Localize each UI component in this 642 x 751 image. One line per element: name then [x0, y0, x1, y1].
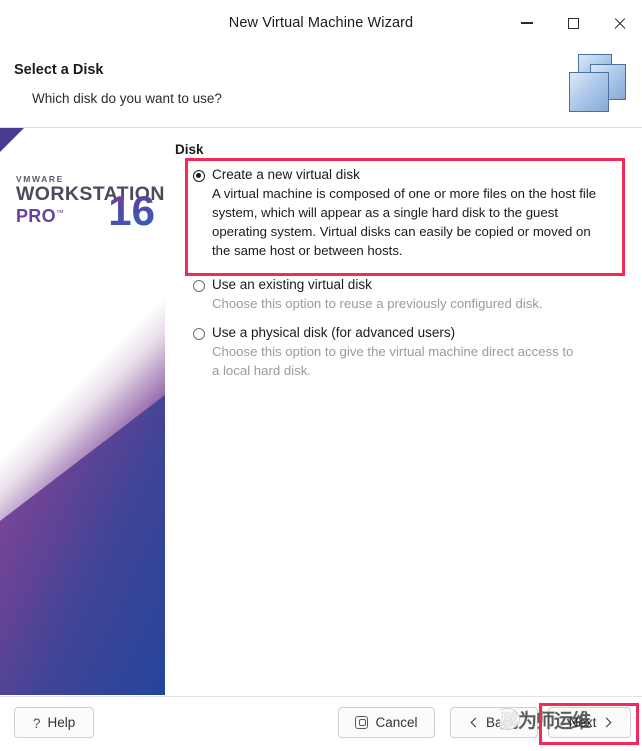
brand-sidebar: VMWARE WORKSTATION PRO™ 16 [0, 128, 165, 695]
minimize-button[interactable] [504, 0, 550, 46]
radio-use-existing-virtual-disk[interactable] [193, 279, 205, 292]
brand-version: 16 [108, 186, 155, 234]
option-description: Choose this option to give the virtual m… [212, 343, 574, 378]
next-button[interactable]: Next [548, 707, 631, 738]
chevron-right-icon [601, 717, 612, 728]
help-button-label: Help [47, 715, 76, 730]
trademark-symbol: ™ [55, 208, 64, 218]
question-mark-icon: ? [32, 714, 41, 731]
close-button[interactable] [596, 0, 642, 46]
new-virtual-machine-wizard-window: New Virtual Machine Wizard Select a Disk… [0, 0, 642, 751]
back-button-label: Back [485, 715, 516, 730]
help-button[interactable]: ? Help [14, 707, 94, 738]
cancel-octagon-icon [355, 716, 369, 729]
page-title: Select a Disk [14, 62, 104, 78]
title-bar: New Virtual Machine Wizard [0, 0, 642, 46]
disk-group-label: Disk [175, 142, 204, 157]
option-description: A virtual machine is composed of one or … [212, 186, 597, 259]
option-label: Create a new virtual disk [212, 167, 360, 182]
wizard-footer: ? Help Cancel Back Next [0, 696, 642, 751]
window-controls [504, 0, 642, 46]
radio-create-new-virtual-disk[interactable] [193, 170, 205, 182]
option-create-new-virtual-disk[interactable]: Create a new virtual disk A virtual mach… [193, 167, 633, 261]
maximize-icon [567, 17, 579, 29]
footer-divider [0, 696, 642, 697]
brand-edition-wrap: PRO™ [16, 206, 64, 227]
option-use-physical-disk[interactable]: Use a physical disk (for advanced users)… [193, 325, 633, 380]
cancel-button-label: Cancel [375, 715, 418, 730]
disk-options-group: Create a new virtual disk A virtual mach… [193, 167, 633, 386]
wizard-content: Disk Create a new virtual disk A virtual… [165, 128, 642, 695]
minimize-icon [521, 22, 533, 24]
back-button[interactable]: Back [450, 707, 538, 738]
corner-accent [0, 128, 24, 152]
chevron-left-icon [470, 717, 481, 728]
option-label: Use an existing virtual disk [212, 276, 372, 292]
vmware-branding: VMWARE WORKSTATION PRO™ 16 [16, 174, 164, 234]
option-use-existing-virtual-disk[interactable]: Use an existing virtual disk Choose this… [193, 277, 633, 313]
wizard-header: Select a Disk Which disk do you want to … [0, 46, 642, 128]
page-subtitle: Which disk do you want to use? [32, 91, 222, 106]
stacked-disks-icon [566, 54, 630, 116]
close-icon [613, 17, 626, 30]
option-label: Use a physical disk (for advanced users) [212, 324, 456, 340]
next-button-label: Next [568, 715, 597, 730]
option-description: Choose this option to reuse a previously… [212, 295, 543, 311]
radio-use-physical-disk[interactable] [193, 327, 205, 340]
cancel-button[interactable]: Cancel [338, 707, 435, 738]
maximize-button[interactable] [550, 0, 596, 46]
brand-edition: PRO [16, 205, 56, 226]
